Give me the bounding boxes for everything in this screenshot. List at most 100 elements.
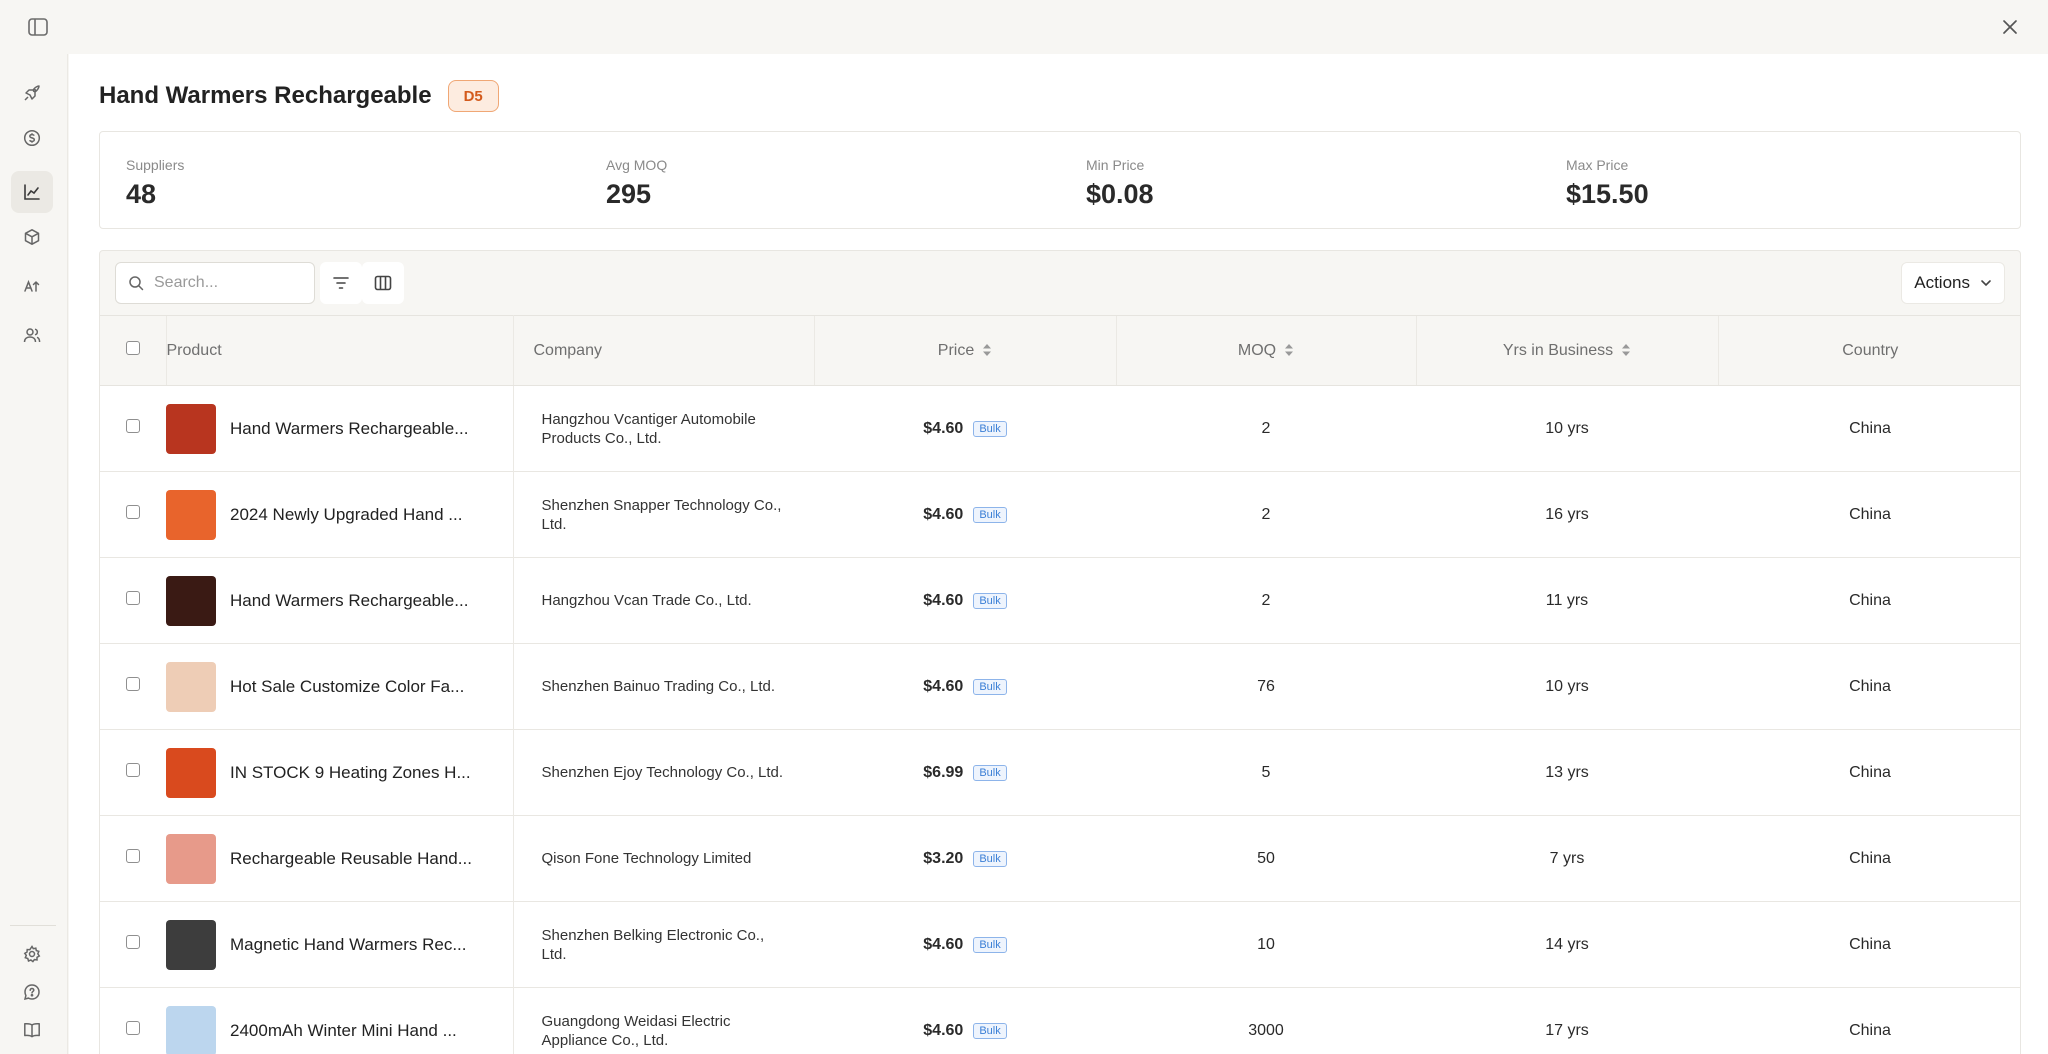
product-thumbnail — [166, 1005, 216, 1054]
dollar-icon[interactable] — [11, 117, 53, 159]
country-value: China — [1849, 763, 1891, 781]
years-value: 14 yrs — [1545, 935, 1589, 953]
stat-label: Suppliers — [126, 157, 185, 173]
select-all-checkbox[interactable] — [125, 341, 140, 355]
price-cell: $4.60 Bulk — [814, 902, 1116, 988]
filter-icon — [333, 277, 349, 289]
row-check-cell — [100, 902, 166, 988]
product-name[interactable]: Hot Sale Customize Color Fa... — [230, 677, 464, 697]
sidebar-divider — [10, 925, 56, 926]
moq-value: 50 — [1257, 849, 1275, 867]
years-value: 10 yrs — [1545, 419, 1589, 437]
row-checkbox[interactable] — [126, 849, 140, 863]
rocket-icon[interactable] — [11, 72, 53, 114]
header-country[interactable]: Country — [1717, 315, 2020, 386]
row-checkbox[interactable] — [126, 1021, 140, 1035]
product-name[interactable]: Rechargeable Reusable Hand... — [230, 849, 472, 869]
moq-value: 2 — [1261, 591, 1271, 609]
row-checkbox[interactable] — [126, 419, 140, 433]
table-row[interactable]: Magnetic Hand Warmers Rec... Shenzhen Bel… — [100, 901, 2020, 988]
header-company[interactable]: Company — [512, 315, 814, 386]
table-row[interactable]: Hand Warmers Rechargeable... Hangzhou Vca… — [100, 557, 2020, 644]
stats-panel: Suppliers 48 Avg MOQ 295 Min Price $0.08… — [99, 131, 2021, 229]
row-checkbox[interactable] — [126, 763, 140, 777]
product-name[interactable]: 2024 Newly Upgraded Hand ... — [230, 505, 462, 525]
product-name[interactable]: Hand Warmers Rechargeable... — [230, 591, 468, 611]
product-name[interactable]: IN STOCK 9 Heating Zones H... — [230, 763, 471, 783]
users-icon[interactable] — [11, 314, 53, 356]
price-value: $4.60 — [923, 935, 964, 953]
country-value: China — [1849, 591, 1891, 609]
help-icon[interactable] — [11, 971, 53, 1013]
price: $6.99 Bulk — [923, 764, 1007, 782]
price-value: $4.60 — [923, 1021, 964, 1039]
table-row[interactable]: Rechargeable Reusable Hand... Qison Fone … — [100, 815, 2020, 902]
product: 2024 Newly Upgraded Hand ... — [166, 489, 513, 540]
product-name[interactable]: Magnetic Hand Warmers Rec... — [230, 935, 467, 955]
product-name[interactable]: Hand Warmers Rechargeable... — [230, 419, 468, 439]
product-cell[interactable]: Magnetic Hand Warmers Rec... — [166, 901, 514, 988]
product-name[interactable]: 2400mAh Winter Mini Hand ... — [230, 1021, 457, 1041]
price: $4.60 Bulk — [923, 592, 1007, 610]
table-row[interactable]: IN STOCK 9 Heating Zones H... Shenzhen Ej… — [100, 729, 2020, 816]
chart-icon[interactable] — [11, 171, 53, 213]
product-cell[interactable]: Rechargeable Reusable Hand... — [166, 815, 514, 902]
box-icon[interactable] — [11, 216, 53, 258]
header-product[interactable]: Product — [165, 315, 514, 386]
row-check-cell — [100, 730, 166, 816]
header-price[interactable]: Price — [813, 315, 1116, 386]
text-size-icon[interactable] — [11, 265, 53, 307]
company-name: Shenzhen Belking Electronic Co., Ltd. — [541, 926, 765, 963]
columns-button[interactable] — [362, 262, 404, 304]
columns-icon — [374, 275, 392, 291]
product-cell[interactable]: Hand Warmers Rechargeable... — [166, 385, 514, 472]
company-name: Qison Fone Technology Limited — [541, 850, 752, 867]
price: $4.60 Bulk — [923, 1021, 1007, 1040]
select-all-cell — [100, 315, 166, 386]
price-cell: $4.60 Bulk — [814, 386, 1116, 472]
moq-value: 3000 — [1248, 1021, 1284, 1039]
search-box[interactable] — [115, 262, 315, 304]
stat-min-price: Min Price $0.08 — [1060, 132, 1540, 228]
product-cell[interactable]: 2400mAh Winter Mini Hand ... — [166, 987, 514, 1054]
filter-button[interactable] — [320, 262, 362, 304]
row-checkbox[interactable] — [126, 677, 140, 691]
company-name: Shenzhen Bainuo Trading Co., Ltd. — [541, 678, 776, 695]
table-row[interactable]: 2024 Newly Upgraded Hand ... Shenzhen Sna… — [100, 471, 2020, 558]
company-name: Shenzhen Snapper Technology Co., Ltd. — [541, 496, 782, 533]
years-value: 13 yrs — [1545, 763, 1589, 781]
header-moq[interactable]: MOQ — [1115, 315, 1416, 386]
row-checkbox[interactable] — [126, 505, 140, 519]
table-header-row: Product Company Price MOQ Yrs in Busines… — [100, 315, 2020, 386]
product: Hand Warmers Rechargeable... — [166, 575, 513, 626]
table-row[interactable]: Hand Warmers Rechargeable... Hangzhou Vca… — [100, 385, 2020, 472]
product-cell[interactable]: Hand Warmers Rechargeable... — [166, 557, 514, 644]
settings-icon[interactable] — [11, 933, 53, 975]
table-row[interactable]: Hot Sale Customize Color Fa... Shenzhen B… — [100, 643, 2020, 730]
product-cell[interactable]: Hot Sale Customize Color Fa... — [166, 643, 514, 730]
price-cell: $4.60 Bulk — [814, 644, 1116, 730]
row-check-cell — [100, 816, 166, 902]
header-yrs[interactable]: Yrs in Business — [1415, 315, 1718, 386]
product: Hot Sale Customize Color Fa... — [166, 661, 513, 712]
row-checkbox[interactable] — [126, 935, 140, 949]
stat-label: Avg MOQ — [606, 157, 668, 173]
book-icon[interactable] — [11, 1009, 53, 1051]
actions-dropdown[interactable]: Actions — [1901, 262, 2005, 304]
search-input[interactable] — [154, 274, 304, 292]
price-cell: $6.99 Bulk — [814, 730, 1116, 816]
price: $4.60 Bulk — [923, 420, 1007, 438]
stat-label: Max Price — [1566, 157, 1629, 173]
close-icon[interactable] — [1998, 15, 2022, 39]
bulk-badge: Bulk — [973, 420, 1007, 437]
table-row[interactable]: 2400mAh Winter Mini Hand ... Guangdong We… — [100, 987, 2020, 1054]
product-cell[interactable]: IN STOCK 9 Heating Zones H... — [166, 729, 514, 816]
row-checkbox[interactable] — [126, 591, 140, 605]
company-name: Shenzhen Ejoy Technology Co., Ltd. — [541, 764, 784, 781]
product-cell[interactable]: 2024 Newly Upgraded Hand ... — [166, 471, 514, 558]
product-thumbnail — [166, 747, 216, 798]
product-thumbnail — [166, 489, 216, 540]
sidebar-toggle-icon[interactable] — [26, 15, 50, 39]
price: $4.60 Bulk — [923, 935, 1007, 954]
main-panel: Hand Warmers Rechargeable D5 Suppliers 4… — [69, 54, 2048, 1054]
